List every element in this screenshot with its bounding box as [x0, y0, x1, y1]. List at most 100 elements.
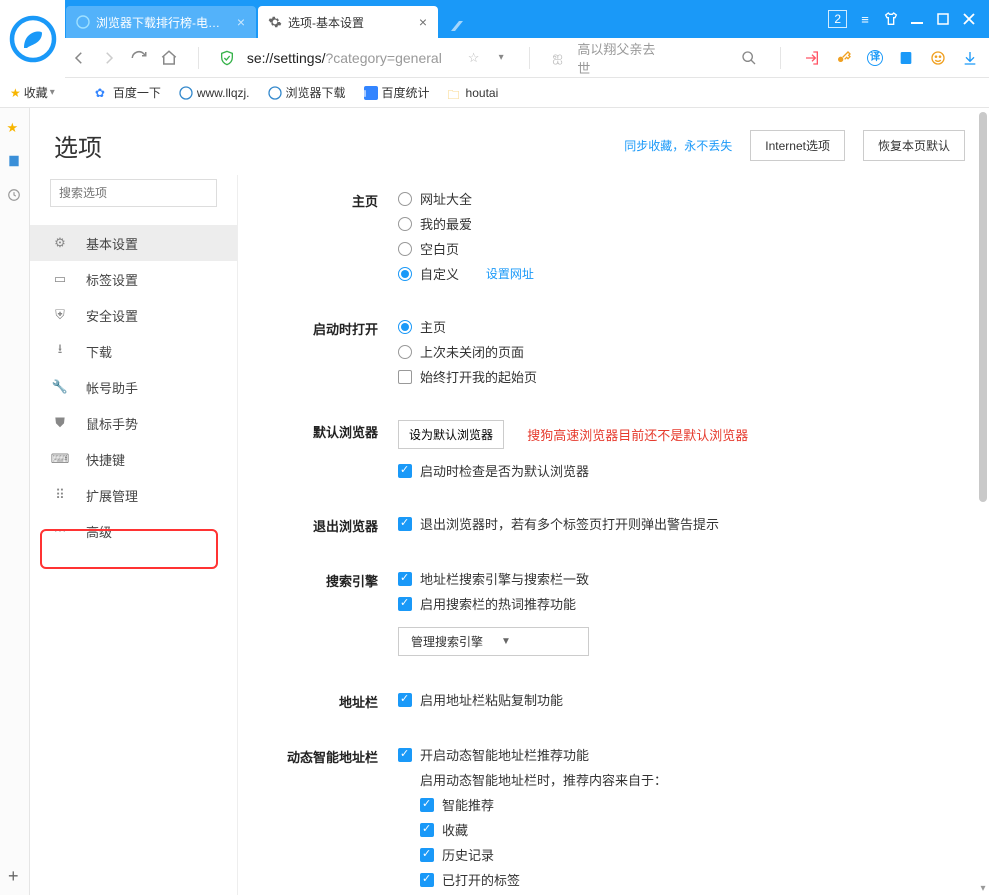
sidebar-item-extensions[interactable]: ⠿扩展管理 [30, 477, 237, 513]
page-header: 选项 同步收藏，永不丢失 Internet选项 恢复本页默认 [30, 108, 989, 175]
scrollbar-thumb[interactable] [979, 112, 987, 502]
radio-option[interactable]: 自定义 设置网址 [398, 264, 534, 283]
section-label: 启动时打开 [268, 317, 398, 338]
tab-title: 选项-基本设置 [288, 14, 410, 31]
close-icon[interactable] [961, 11, 977, 27]
shield-icon[interactable] [219, 50, 235, 66]
menu-icon[interactable]: ≡ [857, 11, 873, 27]
tabs-icon: ▭ [52, 271, 68, 287]
sogou-icon[interactable]: ஐ [550, 49, 566, 67]
sidebar-item-account[interactable]: 🔧帐号助手 [30, 369, 237, 405]
checkbox-option[interactable]: 地址栏搜索引擎与搜索栏一致 [398, 569, 589, 588]
forward-icon[interactable] [100, 48, 118, 68]
sidebar-item-label: 安全设置 [86, 306, 138, 325]
search-box [50, 179, 217, 207]
keyboard-icon: ⌨ [52, 451, 68, 467]
translate-icon[interactable]: 译 [867, 50, 883, 66]
window-counter[interactable]: 2 [828, 10, 847, 28]
default-warning: 搜狗高速浏览器目前还不是默认浏览器 [527, 425, 748, 444]
sidebar-item-label: 基本设置 [86, 234, 138, 253]
star-icon[interactable]: ★ [7, 120, 23, 136]
search-input[interactable] [50, 179, 217, 207]
new-tab-button[interactable] [446, 16, 468, 38]
login-icon[interactable] [803, 49, 821, 67]
tab-strip: 浏览器下载排行榜-电脑… × 选项-基本设置 × [66, 0, 468, 38]
maximize-icon[interactable] [935, 11, 951, 27]
window-controls: 2 ≡ [816, 0, 989, 38]
radio-option[interactable]: 主页 [398, 317, 537, 336]
bookmark-item[interactable]: ⫾百度统计 [364, 84, 430, 101]
sidebar-item-tabs[interactable]: ▭标签设置 [30, 261, 237, 297]
manage-search-dropdown[interactable]: 管理搜索引擎▼ [398, 627, 589, 656]
note-icon[interactable] [897, 49, 915, 67]
radio-option[interactable]: 我的最爱 [398, 214, 534, 233]
url-display[interactable]: se://settings/?category=general [247, 50, 442, 66]
search-icon[interactable] [740, 49, 758, 67]
checkbox-option[interactable]: 启动时检查是否为默认浏览器 [398, 461, 748, 480]
checkbox-option[interactable]: 开启动态智能地址栏推荐功能 [398, 745, 667, 764]
bookmark-item[interactable]: 🗀houtai [448, 86, 499, 100]
chevron-down-icon[interactable]: ▾ [50, 87, 55, 98]
sidebar-item-gesture[interactable]: ⛊鼠标手势 [30, 405, 237, 441]
sidebar-item-shortcut[interactable]: ⌨快捷键 [30, 441, 237, 477]
sidebar-item-security[interactable]: ⛨ 安全设置 [30, 297, 237, 333]
sidebar-item-download[interactable]: ⭳下载 [30, 333, 237, 369]
download-icon[interactable] [961, 49, 979, 67]
minimize-icon[interactable] [909, 11, 925, 27]
set-url-link[interactable]: 设置网址 [486, 265, 534, 282]
star-icon: ★ [10, 86, 21, 100]
scrollbar[interactable]: ▾ [979, 112, 987, 893]
checkbox-option[interactable]: 历史记录 [420, 845, 667, 864]
dropdown-label: 管理搜索引擎 [411, 633, 483, 650]
reload-icon[interactable] [130, 48, 148, 68]
bookmark-label: 百度统计 [382, 84, 430, 101]
bookmark-item[interactable]: ✿百度一下 [95, 84, 161, 101]
option-label: 开启动态智能地址栏推荐功能 [420, 745, 589, 764]
checkbox-option[interactable]: 收藏 [420, 820, 667, 839]
globe-icon [268, 86, 282, 100]
search-hint[interactable]: 高以翔父亲去世 [577, 39, 656, 77]
chevron-down-icon[interactable]: ▾ [979, 883, 987, 893]
internet-options-button[interactable]: Internet选项 [750, 130, 845, 161]
shield-icon: ⛨ [52, 307, 68, 323]
home-icon[interactable] [160, 48, 178, 68]
back-icon[interactable] [70, 48, 88, 68]
tab-item[interactable]: 浏览器下载排行榜-电脑… × [66, 6, 256, 38]
browser-logo [0, 0, 65, 78]
section-label: 地址栏 [268, 690, 398, 711]
checkbox-option[interactable]: 始终打开我的起始页 [398, 367, 537, 386]
checkbox-option[interactable]: 启用地址栏粘贴复制功能 [398, 690, 563, 709]
option-label: 我的最爱 [420, 214, 472, 233]
checkbox-option[interactable]: 已打开的标签 [420, 870, 667, 889]
checkbox-option[interactable]: 启用搜索栏的热词推荐功能 [398, 594, 589, 613]
face-icon[interactable] [929, 49, 947, 67]
description-text: 启用动态智能地址栏时，推荐内容来自于： [398, 770, 667, 789]
chevron-down-icon[interactable]: ▾ [493, 49, 509, 67]
favorites-label[interactable]: 收藏 [24, 84, 48, 101]
tab-item[interactable]: 选项-基本设置 × [258, 6, 438, 38]
clock-icon[interactable] [7, 188, 23, 204]
bookmark-item[interactable]: www.llqzj. [179, 86, 250, 100]
set-default-button[interactable]: 设为默认浏览器 [398, 420, 504, 449]
gear-icon: ⚙ [52, 235, 68, 251]
address-bar: se://settings/?category=general ☆ ▾ ஐ 高以… [0, 38, 989, 78]
checkbox-option[interactable]: 退出浏览器时，若有多个标签页打开则弹出警告提示 [398, 514, 719, 533]
restore-defaults-button[interactable]: 恢复本页默认 [863, 130, 965, 161]
highlight-marker [40, 529, 218, 569]
paw-icon: ✿ [95, 86, 109, 100]
checkbox-option[interactable]: 智能推荐 [420, 795, 667, 814]
radio-option[interactable]: 上次未关闭的页面 [398, 342, 537, 361]
section-label: 动态智能地址栏 [268, 745, 398, 766]
key-icon[interactable] [835, 49, 853, 67]
close-icon[interactable]: × [416, 15, 430, 29]
radio-option[interactable]: 空白页 [398, 239, 534, 258]
close-icon[interactable]: × [234, 15, 248, 29]
book-icon[interactable] [7, 154, 23, 170]
sidebar-item-basic[interactable]: ⚙ 基本设置 [30, 225, 237, 261]
radio-option[interactable]: 网址大全 [398, 189, 534, 208]
add-icon[interactable]: + [8, 866, 19, 887]
star-icon[interactable]: ☆ [466, 49, 482, 67]
sync-link[interactable]: 同步收藏，永不丢失 [624, 137, 732, 154]
shirt-icon[interactable] [883, 11, 899, 27]
bookmark-item[interactable]: 浏览器下载 [268, 84, 346, 101]
